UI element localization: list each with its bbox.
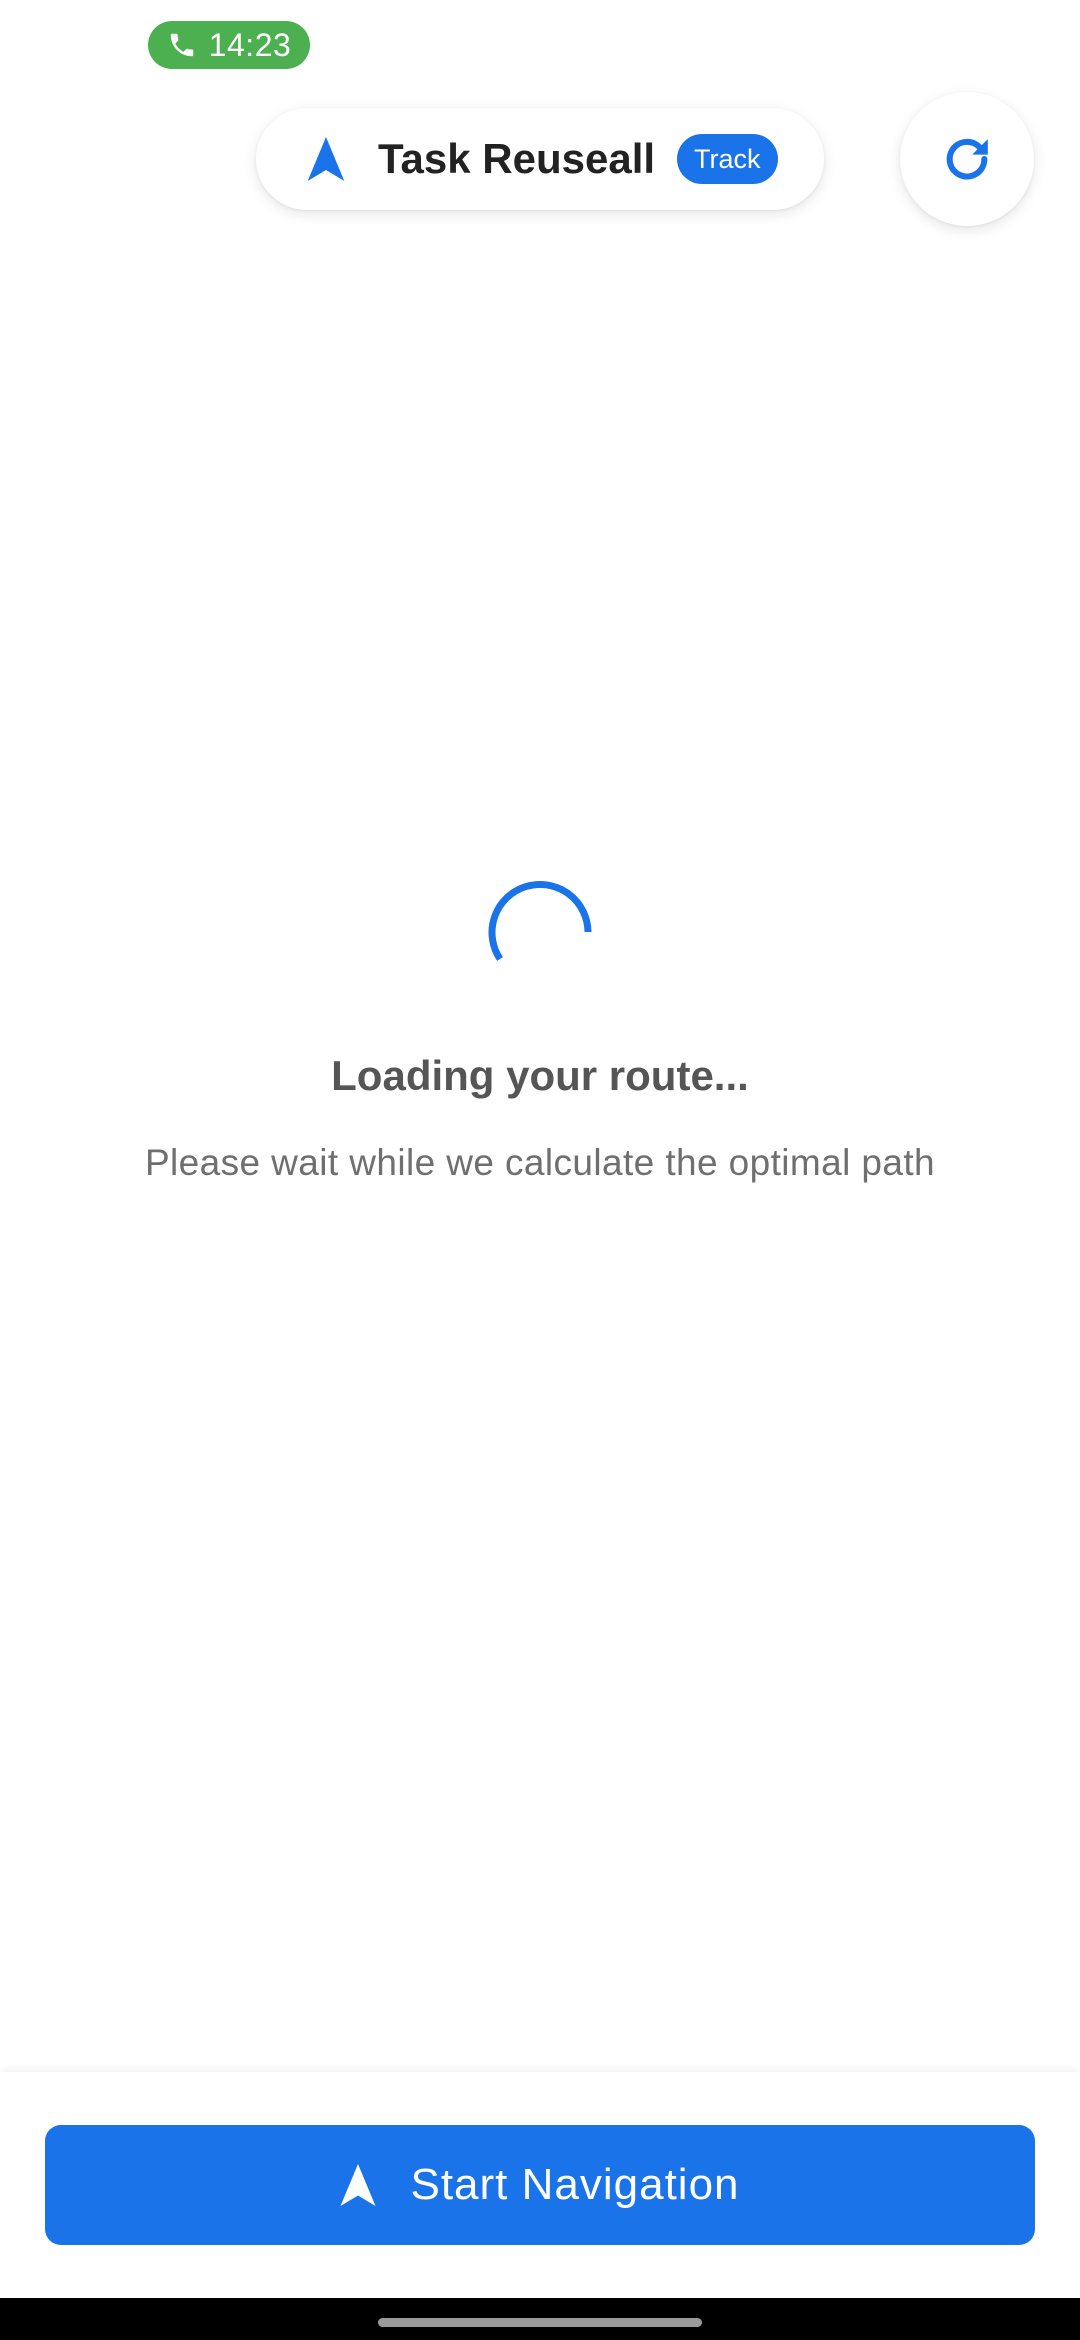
system-navigation-bar (0, 2298, 1080, 2340)
loading-subtitle: Please wait while we calculate the optim… (144, 1142, 936, 1183)
start-navigation-label: Start Navigation (410, 2160, 740, 2209)
navigation-arrow-icon (307, 137, 345, 181)
ongoing-call-indicator[interactable]: 14:23 (148, 21, 310, 69)
phone-icon (170, 33, 193, 57)
header-title-card: Task Reuseall Track (256, 108, 824, 210)
screen: 14:23 Task Reuseall Track Loading your r… (0, 0, 1080, 2340)
page-title: Task Reuseall (378, 135, 656, 182)
loading-spinner (484, 876, 596, 988)
navigation-arrow-icon (340, 2164, 376, 2206)
start-navigation-button[interactable]: Start Navigation (45, 2125, 1035, 2245)
refresh-icon (946, 138, 988, 180)
refresh-button[interactable] (900, 92, 1034, 226)
call-duration: 14:23 (208, 26, 292, 63)
loading-spinner-icon (488, 880, 592, 961)
home-gesture-handle[interactable] (378, 2318, 702, 2327)
loading-title: Loading your route... (331, 1052, 749, 1099)
track-badge: Track (677, 134, 778, 184)
